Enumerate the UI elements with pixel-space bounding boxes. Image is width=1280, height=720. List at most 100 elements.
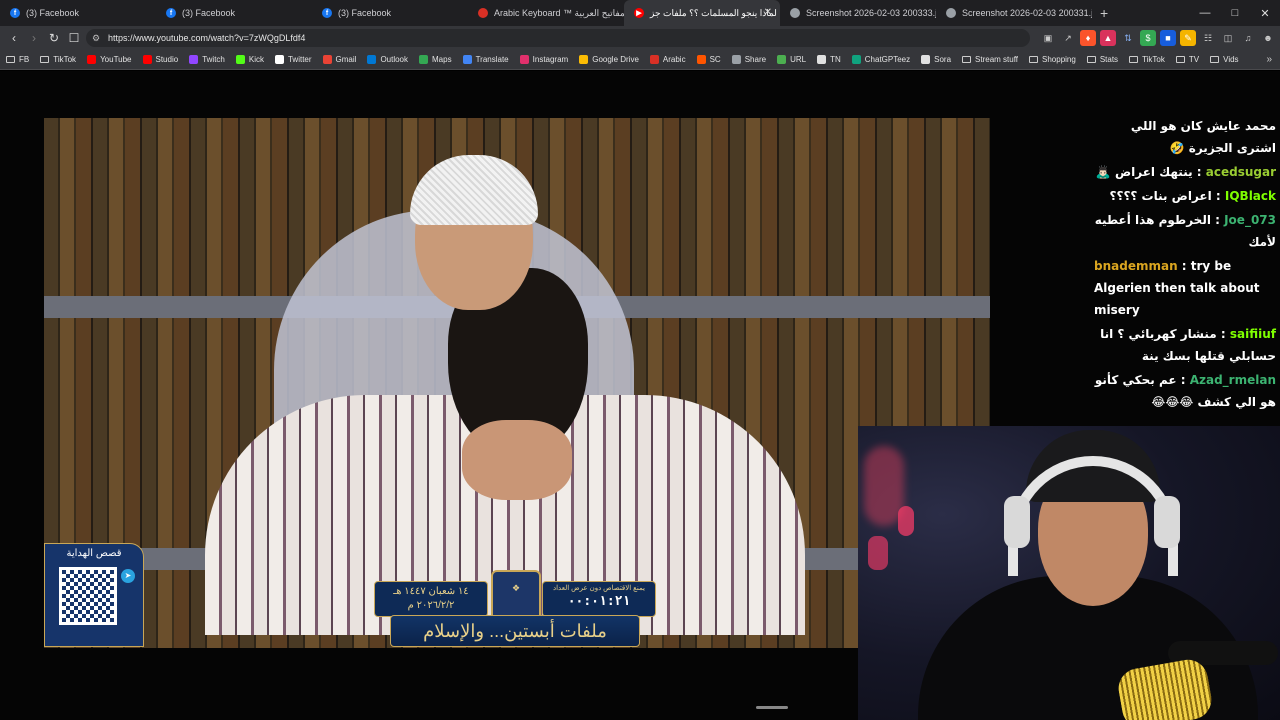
site-favicon-icon [87,55,97,64]
chat-username[interactable]: IQBlack [1225,189,1276,203]
bookmarks-bar: FB TikTok YouTube Studio Twitch Kick Twitter Gm… [0,50,1280,70]
bookmark-label: Twitter [287,55,312,64]
arabic-keyboard-icon [478,8,488,18]
site-favicon-icon [851,55,861,64]
more-bookmarks-icon[interactable]: » [1266,54,1272,65]
browser-tab[interactable]: f (3) Facebook [156,0,312,26]
close-tab-icon[interactable]: ✕ [764,7,772,18]
browser-tab[interactable]: f (3) Facebook [0,0,156,26]
sidebar-icon[interactable]: ◫ [1220,30,1236,46]
bookmark-item[interactable]: TN [817,55,841,64]
extensions-icon[interactable]: ☷ [1200,30,1216,46]
site-favicon-icon [696,55,706,64]
bookmark-item[interactable]: FB [6,55,29,64]
chat-username[interactable]: Azad_rmelan [1190,373,1276,387]
bookmark-label: Stats [1099,55,1119,64]
bookmark-label: TikTok [1142,55,1165,64]
bookmark-label: Studio [155,55,179,64]
extensions-toolbar: ▣ ↗ ♦ ▲ ⇅ $ ■ ✎ ☷ ◫ ♫ ☻ [1040,30,1276,46]
banner-notice: يمنع الاقتصاص دون عرض العداد [552,585,645,592]
refresh-icon[interactable]: ↻ [44,31,64,45]
facebook-icon: f [10,8,20,18]
bookmark-item[interactable]: Vids [1210,55,1239,64]
bookmark-label: Sora [934,55,952,64]
chat-username[interactable]: bnademman [1094,259,1178,273]
bookmark-label: Twitch [202,55,225,64]
share-icon[interactable]: ↗ [1060,30,1076,46]
chat-username[interactable]: Joe_073 [1224,213,1276,227]
bookmark-item[interactable]: Kick [235,55,264,64]
chat-text: محمد عايش كان هو اللي اشترى الجزيرة 🤣 [1130,119,1276,155]
browser-tab[interactable]: Screenshot 2026-02-03 200333.jpg [780,0,936,26]
maximize-button[interactable]: □ [1220,0,1250,26]
chat-message: Joe_073 : الخرطوم هذا أعطيه لأمك [1094,209,1276,253]
browser-tab[interactable]: Arabic Keyboard ™ لوحة المفاتيح العربية [468,0,624,26]
bookmark-item[interactable]: Twitch [189,55,225,64]
bookmark-item[interactable]: SC [696,55,721,64]
progress-scrubber[interactable] [756,706,788,709]
qr-panel: قصص الهداية ➤ [44,543,144,647]
site-favicon-icon [274,55,284,64]
new-tab-button[interactable]: + [1100,5,1108,21]
site-favicon-icon [189,55,199,64]
bookmark-item[interactable]: Studio [142,55,179,64]
tab-label: Arabic Keyboard ™ لوحة المفاتيح العربية [494,7,624,18]
headset-earcup [1004,496,1030,548]
banner-date-gregorian: ٢٠٢٦/٢/٢ م [407,600,455,611]
bookmark-item[interactable]: Gmail [322,55,356,64]
image-icon [790,8,800,18]
media-icon[interactable]: ♫ [1240,30,1256,46]
bookmark-item[interactable]: TikTok [1129,55,1165,64]
cast-icon[interactable]: ▣ [1040,30,1056,46]
browser-tab[interactable]: f (3) Facebook [312,0,468,26]
site-favicon-icon [649,55,659,64]
tab-label: لماذا ينجو المسلمات ؟؟ ملفات جز [650,7,777,18]
price-ext-icon[interactable]: $ [1140,30,1156,46]
chat-username[interactable]: saifiiuf [1230,327,1276,341]
site-favicon-icon [777,55,787,64]
bookmark-item[interactable]: TikTok [40,55,76,64]
rewards-icon[interactable]: ▲ [1100,30,1116,46]
tab-label: Screenshot 2026-02-03 200331.jpg [962,8,1092,18]
bookmark-item[interactable]: Translate [462,55,509,64]
bookmark-item[interactable]: TV [1175,55,1199,64]
bookmark-item[interactable]: URL [777,55,806,64]
back-icon[interactable]: ‹ [4,31,24,45]
chat-username[interactable]: acedsugar [1206,165,1276,179]
brave-shield-icon[interactable]: ♦ [1080,30,1096,46]
bookmark-label: SC [709,55,721,64]
url-field[interactable]: ⚙ https://www.youtube.com/watch?v=7zWQgD… [86,29,1030,47]
bookmark-label: Maps [432,55,452,64]
bookmark-item[interactable]: YouTube [87,55,132,64]
site-favicon-icon [921,55,931,64]
browser-tab[interactable]: Screenshot 2026-02-03 200331.jpg [936,0,1092,26]
bookmark-item[interactable]: Twitter [274,55,312,64]
bookmark-icon[interactable]: ☐ [64,31,84,45]
bookmark-label: URL [790,55,807,64]
chat-message: saifiiuf : منشار كهربائي ؟ انا حسابلي قت… [1094,323,1276,367]
bookmark-item[interactable]: Shopping [1029,55,1076,64]
translate-ext-icon[interactable]: ⇅ [1120,30,1136,46]
notes-ext-icon[interactable]: ✎ [1180,30,1196,46]
profile-icon[interactable]: ☻ [1260,30,1276,46]
folder-icon [40,56,50,63]
bookmark-item[interactable]: Share [731,55,766,64]
site-favicon-icon [322,55,332,64]
bookmark-item[interactable]: Maps [419,55,452,64]
browser-tab[interactable]: ▶ لماذا ينجو المسلمات ؟؟ ملفات جز ✕ [624,0,780,26]
site-settings-icon[interactable]: ⚙ [92,29,100,47]
minimize-button[interactable]: — [1190,0,1220,26]
bitwarden-icon[interactable]: ■ [1160,30,1176,46]
bookmark-item[interactable]: Stream stuff [962,55,1018,64]
bookmark-item[interactable]: Stats [1086,55,1119,64]
folder-icon [1029,56,1039,63]
bookmark-item[interactable]: Google Drive [579,55,639,64]
folder-icon [6,56,15,63]
close-window-button[interactable]: ✕ [1250,0,1280,26]
forward-icon[interactable]: › [24,31,44,45]
bookmark-item[interactable]: ChatGPTeez [851,55,910,64]
bookmark-item[interactable]: Instagram [519,55,568,64]
bookmark-item[interactable]: Sora [921,55,951,64]
bookmark-item[interactable]: Arabic [649,55,686,64]
bookmark-item[interactable]: Outlook [367,55,408,64]
